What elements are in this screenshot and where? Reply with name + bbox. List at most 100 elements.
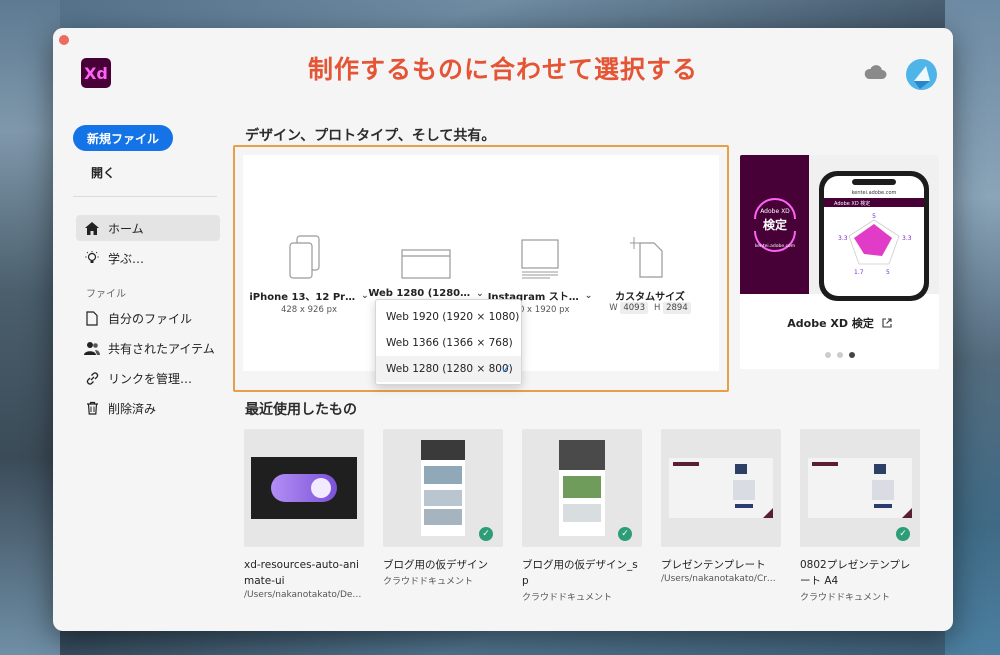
recent-file-path: クラウドドキュメント xyxy=(522,593,613,603)
file-thumbnail: ✓ xyxy=(522,429,642,547)
recent-file-card[interactable]: プレゼンテンプレート /Users/nakanotakato/Creat… xyxy=(661,429,781,584)
kentei-badge-graphic: Adobe XD 検定 kentei.adobe.com xyxy=(753,197,796,252)
recent-file-card[interactable]: ✓ ブログ用の仮デザイン クラウドドキュメント xyxy=(383,429,503,587)
preset-iphone[interactable]: iPhone 13、12 Pr… ⌄ 428 x 926 px xyxy=(249,233,369,323)
chevron-down-icon[interactable]: ⌄ xyxy=(585,291,593,301)
preset-dims: 428 x 926 px xyxy=(280,305,337,315)
toggle-switch-preview-icon xyxy=(271,474,337,502)
page-preview xyxy=(421,440,465,536)
carousel-dots xyxy=(740,352,939,358)
sidebar-item-shared[interactable]: 共有されたアイテム xyxy=(76,335,220,361)
recent-file-card[interactable]: xd-resources-auto-animate-ui /Users/naka… xyxy=(244,429,364,600)
badge-title: Adobe XD xyxy=(760,208,790,215)
file-thumbnail xyxy=(661,429,781,547)
recent-file-card[interactable]: ✓ 0802プレゼンテンプレート A4 クラウドドキュメント xyxy=(800,429,920,603)
carousel-dot[interactable] xyxy=(824,352,831,358)
open-button[interactable]: 開く xyxy=(91,164,115,181)
promo-title-label: Adobe XD 検定 xyxy=(787,317,874,330)
dropdown-option[interactable]: Web 1920 (1920 × 1080) xyxy=(376,304,521,330)
recent-file-name: プレゼンテンプレート xyxy=(661,559,766,571)
sidebar-item-home[interactable]: ホーム xyxy=(76,215,220,241)
promo-phone-area: kentei.adobe.com Adobe XD 検定 5 3.3 3.3 1… xyxy=(809,155,939,301)
trash-icon xyxy=(84,400,100,416)
preview-block xyxy=(424,490,462,506)
xd-kentei-badge: Adobe XD 検定 kentei.adobe.com xyxy=(740,155,809,294)
width-input[interactable]: 4093 xyxy=(620,302,648,314)
preset-custom[interactable]: カスタムサイズ W 4093 H 2894 xyxy=(595,233,705,323)
preview-block xyxy=(563,504,601,522)
preview-header xyxy=(559,440,605,470)
option-label: Web 1366 (1366 × 768) xyxy=(386,337,513,349)
preview-block xyxy=(735,464,747,474)
preview-block xyxy=(733,480,755,500)
preset-name: カスタムサイズ xyxy=(615,292,685,303)
shared-users-icon xyxy=(84,340,100,356)
recent-heading: 最近使用したもの xyxy=(245,402,357,418)
document-icon xyxy=(84,310,100,326)
sidebar-item-label: 学ぶ… xyxy=(108,251,145,266)
preview-block xyxy=(874,504,892,508)
preview-accent xyxy=(812,462,838,466)
preview-block xyxy=(874,464,886,474)
external-link-icon xyxy=(882,318,892,328)
preview-block xyxy=(424,466,462,484)
sidebar-item-learn[interactable]: 学ぶ… xyxy=(76,245,220,271)
phone-preset-icon xyxy=(254,233,364,279)
recent-file-card[interactable]: ✓ ブログ用の仮デザイン_sp クラウドドキュメント xyxy=(522,429,642,603)
chevron-down-icon[interactable]: ⌄ xyxy=(476,289,484,299)
radar-right-value: 3.3 xyxy=(902,235,912,242)
recent-file-name: xd-resources-auto-animate-ui xyxy=(244,559,359,587)
files-section-label: ファイル xyxy=(86,289,126,300)
preset-name: Web 1280 (1280… xyxy=(368,288,471,299)
slide-preview xyxy=(808,458,912,518)
sidebar-item-deleted[interactable]: 削除済み xyxy=(76,395,220,421)
recent-file-name: ブログ用の仮デザイン xyxy=(383,559,488,571)
phone-screen-graphic: kentei.adobe.com Adobe XD 検定 5 3.3 3.3 1… xyxy=(824,179,924,276)
recent-file-name: 0802プレゼンテンプレート A4 xyxy=(800,559,911,587)
preview-block xyxy=(424,509,462,525)
preview-accent xyxy=(673,462,699,466)
xd-home-window: Xd 制作するものに合わせて選択する 新規ファイル 開く ホーム 学ぶ… ファイ… xyxy=(53,28,953,631)
toggle-preview xyxy=(251,457,357,519)
preview-accent xyxy=(902,508,912,518)
sidebar-item-links[interactable]: リンクを管理… xyxy=(76,365,220,391)
custom-size-fields: W 4093 H 2894 xyxy=(595,302,705,314)
promo-card[interactable]: Adobe XD 検定 kentei.adobe.com kentei.adob… xyxy=(740,155,939,369)
web-preset-icon xyxy=(371,233,481,279)
preview-header xyxy=(421,440,465,460)
page-preview xyxy=(559,440,605,536)
option-label: Web 1280 (1280 × 800) xyxy=(386,363,513,375)
sidebar-item-label: ホーム xyxy=(108,221,144,236)
desktop-wallpaper-left xyxy=(0,0,60,655)
dropdown-option[interactable]: Web 1366 (1366 × 768) xyxy=(376,330,521,356)
new-file-button[interactable]: 新規ファイル xyxy=(73,125,173,151)
cloud-icon[interactable] xyxy=(863,64,887,80)
height-input[interactable]: 2894 xyxy=(663,302,691,314)
preview-accent xyxy=(763,508,773,518)
dropdown-option-selected[interactable]: Web 1280 (1280 × 800) ✓ xyxy=(376,356,521,382)
radar-left-value: 3.3 xyxy=(838,235,848,242)
recent-file-path: /Users/nakanotakato/Creat… xyxy=(661,574,781,584)
badge-main: 検定 xyxy=(762,217,786,232)
link-icon xyxy=(84,370,100,386)
annotation-banner: 制作するものに合わせて選択する xyxy=(307,55,698,84)
carousel-dot[interactable] xyxy=(836,352,843,358)
promo-title[interactable]: Adobe XD 検定 xyxy=(740,315,939,331)
sidebar-divider xyxy=(73,196,217,197)
sidebar-item-label: 削除済み xyxy=(108,401,157,416)
window-close-button[interactable] xyxy=(59,35,69,45)
desktop-wallpaper-right xyxy=(945,0,1000,655)
recent-file-path: /Users/nakanotakato/Deskt… xyxy=(244,590,364,600)
sidebar-item-my-files[interactable]: 自分のファイル xyxy=(76,305,220,331)
file-thumbnail: ✓ xyxy=(383,429,503,547)
recent-file-path: クラウドドキュメント xyxy=(383,577,474,587)
carousel-dot-active[interactable] xyxy=(848,352,855,358)
file-thumbnail: ✓ xyxy=(800,429,920,547)
custom-size-icon xyxy=(595,233,705,279)
radar-bottom-left-value: 1.7 xyxy=(854,269,864,276)
file-thumbnail xyxy=(244,429,364,547)
cloud-synced-icon: ✓ xyxy=(479,527,493,541)
option-label: Web 1920 (1920 × 1080) xyxy=(386,311,520,323)
avatar[interactable] xyxy=(906,59,937,90)
sidebar-item-label: リンクを管理… xyxy=(108,371,193,386)
